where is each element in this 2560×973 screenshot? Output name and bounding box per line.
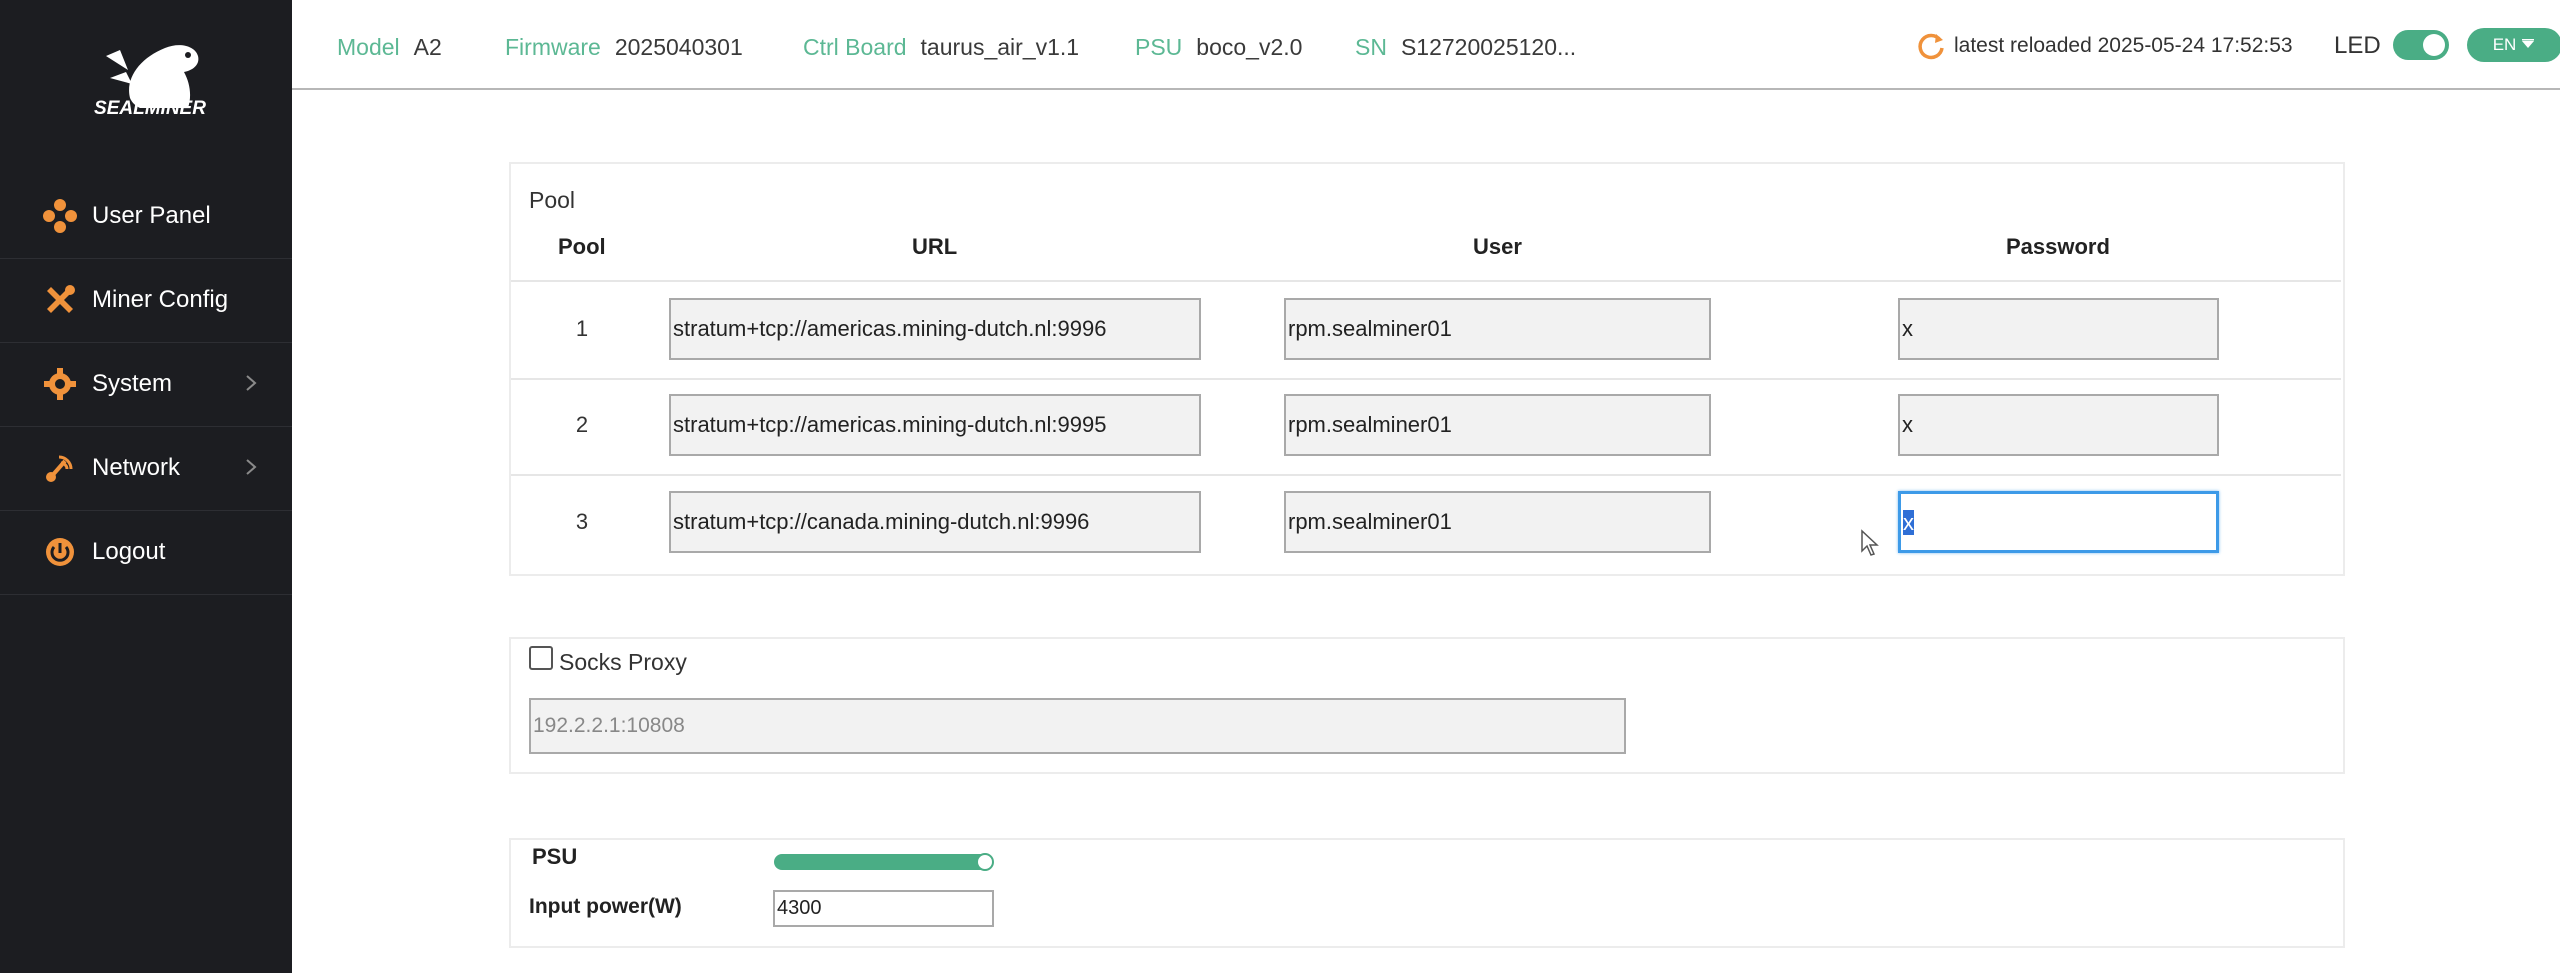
socks-proxy-label: Socks Proxy <box>559 649 687 675</box>
chevron-right-icon <box>246 459 257 475</box>
language-value: EN <box>2492 35 2517 54</box>
gear-icon <box>42 366 78 402</box>
ctrl-board-value: taurus_air_v1.1 <box>920 34 1080 60</box>
language-selector[interactable]: EN <box>2467 28 2560 62</box>
mouse-cursor-icon <box>1861 529 1879 556</box>
reload-icon[interactable] <box>1916 31 1946 61</box>
pool-url-input[interactable]: stratum+tcp://americas.mining-dutch.nl:9… <box>669 298 1201 360</box>
sidebar-item-user-panel[interactable]: User Panel <box>0 174 292 259</box>
psu-slider-track[interactable] <box>774 854 988 870</box>
model-value: A2 <box>413 34 442 60</box>
pool-user-input[interactable]: rpm.sealminer01 <box>1284 394 1711 456</box>
ctrl-board-info: Ctrl Board taurus_air_v1.1 <box>803 34 1079 61</box>
ctrl-board-label: Ctrl Board <box>803 34 907 60</box>
sn-label: SN <box>1355 34 1387 60</box>
model-label: Model <box>337 34 400 60</box>
reload-status-text: latest reloaded 2025-05-24 17:52:53 <box>1954 34 2293 57</box>
sidebar-item-label: Network <box>92 454 181 481</box>
sidebar-item-network[interactable]: Network <box>0 426 292 511</box>
network-icon <box>42 450 78 486</box>
pool-password-input[interactable]: x <box>1898 394 2219 456</box>
user-column-header: User <box>1473 234 1522 259</box>
brand-logo-text: SEALMINER <box>94 98 206 119</box>
pool-row-number: 1 <box>575 316 589 341</box>
psu-slider-handle[interactable] <box>976 853 994 871</box>
pool-password-input-focused[interactable]: x <box>1898 491 2219 553</box>
psu-info: PSU boco_v2.0 <box>1135 34 1302 61</box>
diamond-dots-icon <box>42 198 78 234</box>
led-toggle[interactable] <box>2393 30 2449 60</box>
socks-proxy-input[interactable]: 192.2.2.1:10808 <box>529 698 1626 754</box>
input-power-field[interactable]: 4300 <box>773 890 994 927</box>
psu-card-title: PSU <box>532 844 578 869</box>
pool-row-number: 3 <box>575 509 589 534</box>
pool-url-input[interactable]: stratum+tcp://canada.mining-dutch.nl:999… <box>669 491 1201 553</box>
pool-url-input[interactable]: stratum+tcp://americas.mining-dutch.nl:9… <box>669 394 1201 456</box>
url-column-header: URL <box>912 234 958 259</box>
sidebar-item-logout[interactable]: Logout <box>0 510 292 595</box>
sidebar-item-label: Miner Config <box>92 286 229 313</box>
pool-column-header: Pool <box>558 234 606 259</box>
sn-value: S12720025120... <box>1400 34 1577 60</box>
firmware-value: 2025040301 <box>614 34 743 60</box>
tools-icon <box>42 282 78 318</box>
pool-row-number: 2 <box>575 412 589 437</box>
chevron-right-icon <box>246 375 257 391</box>
password-column-header: Password <box>2006 234 2110 259</box>
row-divider <box>511 378 2341 380</box>
model-info: Model A2 <box>337 34 442 61</box>
row-divider <box>511 474 2341 476</box>
pool-user-input[interactable]: rpm.sealminer01 <box>1284 298 1711 360</box>
sidebar: SEALMINER User Panel Miner Config System… <box>0 0 292 973</box>
sidebar-item-label: User Panel <box>92 202 211 229</box>
caret-down-icon <box>2522 39 2535 48</box>
socks-proxy-checkbox[interactable] <box>529 646 553 670</box>
sidebar-item-miner-config[interactable]: Miner Config <box>0 258 292 343</box>
psu-label: PSU <box>1135 34 1183 60</box>
sidebar-item-label: System <box>92 370 173 397</box>
pool-user-input[interactable]: rpm.sealminer01 <box>1284 491 1711 553</box>
psu-value: boco_v2.0 <box>1196 34 1303 60</box>
power-icon <box>42 534 78 570</box>
selected-text: x <box>1903 510 1914 535</box>
toggle-knob <box>2423 34 2445 56</box>
firmware-label: Firmware <box>505 34 601 60</box>
sn-info: SN S12720025120... <box>1355 34 1576 61</box>
pool-card-title: Pool <box>529 187 576 213</box>
input-power-label: Input power(W) <box>529 895 682 918</box>
sidebar-item-label: Logout <box>92 538 166 565</box>
sidebar-item-system[interactable]: System <box>0 342 292 427</box>
row-divider <box>511 280 2341 282</box>
firmware-info: Firmware 2025040301 <box>505 34 743 61</box>
pool-password-input[interactable]: x <box>1898 298 2219 360</box>
led-label: LED <box>2334 32 2381 59</box>
